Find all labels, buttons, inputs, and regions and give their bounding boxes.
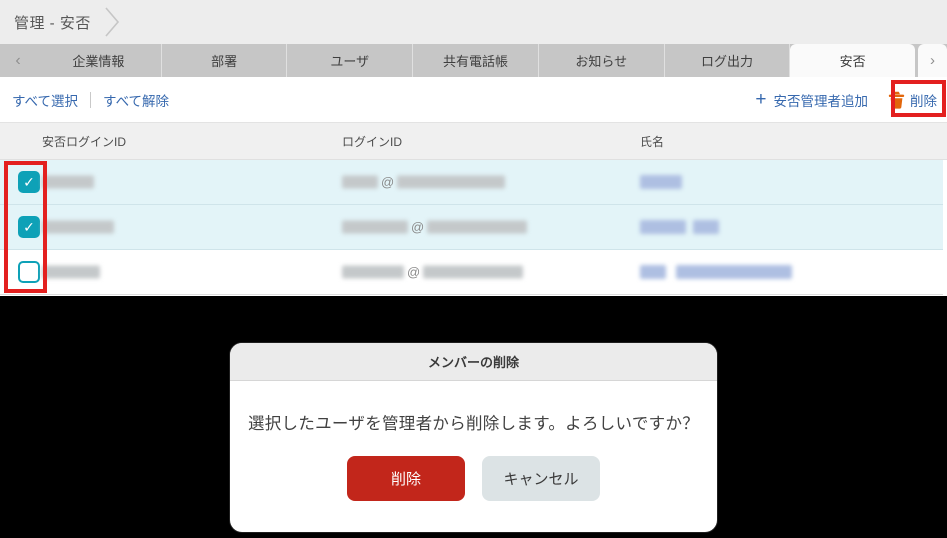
redacted-text [42,220,114,234]
add-safety-admin-button[interactable]: + 安否管理者追加 [755,90,868,110]
delete-button[interactable]: 削除 [888,90,939,110]
page: 管理 - 安否 ‹ 企業情報 部署 ユーザ 共有電話帳 お知らせ ログ出力 安否 › すべて… [0,0,947,538]
table-row: ✓ @ [0,160,947,205]
delete-button-label: 削除 [910,93,937,109]
column-header-safety-login-id: 安否ログインID [42,134,127,149]
tabs-scroll-right-icon[interactable]: › [918,44,947,77]
delete-confirm-dialog: メンバーの削除 選択したユーザを管理者から削除します。よろしいですか？ 削除 キ… [230,343,717,532]
breadcrumb: 管理 - 安否 [0,0,947,44]
toolbar: すべて選択 すべて解除 + 安否管理者追加 削除 [0,77,947,122]
safety-login-id-cell [42,220,114,234]
redacted-text [342,220,408,234]
tab-item[interactable]: お知らせ [539,44,665,77]
cancel-button[interactable]: キャンセル [482,456,600,501]
at-symbol: @ [381,174,395,190]
dialog-message: 選択したユーザを管理者から削除します。よろしいですか？ [247,415,700,433]
select-all-link[interactable]: すべて選択 [12,90,78,110]
table-header: 安否ログインID ログインID 氏名 [0,122,947,160]
dialog-body: 選択したユーザを管理者から削除します。よろしいですか？ 削除 キャンセル [230,381,717,501]
at-symbol: @ [411,219,425,235]
row-checkbox[interactable]: ✓ [18,216,40,238]
plus-icon: + [755,89,767,110]
tab-item[interactable]: ログ出力 [665,44,791,77]
add-safety-admin-label: 安否管理者追加 [773,93,869,109]
content-panel: すべて選択 すべて解除 + 安否管理者追加 削除 安否ログインID ログインID… [0,77,947,296]
dialog-actions: 削除 キャンセル [230,456,717,501]
tab-list: 企業情報 部署 ユーザ 共有電話帳 お知らせ ログ出力 安否 [36,44,916,77]
row-checkbox[interactable]: ✓ [18,171,40,193]
redacted-text [342,265,404,279]
tab-item[interactable]: 共有電話帳 [413,44,539,77]
scrollbar-gutter [943,160,947,296]
toolbar-right: + 安否管理者追加 削除 [755,77,939,122]
redacted-text [693,220,719,234]
page-title: 管理 - 安否 [14,14,91,32]
column-header-name: 氏名 [640,134,665,149]
safety-login-id-cell [42,265,100,279]
login-id-cell: @ [342,264,524,280]
tab-bar: ‹ 企業情報 部署 ユーザ 共有電話帳 お知らせ ログ出力 安否 › [0,44,947,77]
safety-login-id-cell [42,175,94,189]
toolbar-divider [90,91,92,108]
name-cell [640,265,792,279]
breadcrumb-chevron-icon [105,7,119,37]
redacted-text [427,220,528,234]
tab-selected[interactable]: 安否 [790,44,916,77]
trash-icon [888,91,905,109]
tab-item[interactable]: 部署 [162,44,288,77]
dialog-title: メンバーの削除 [427,355,519,370]
redacted-text [676,265,792,279]
row-checkbox[interactable] [18,261,40,283]
login-id-cell: @ [342,219,528,235]
confirm-delete-button[interactable]: 削除 [347,456,465,501]
table-row: @ [0,250,947,295]
redacted-text [42,175,94,189]
redacted-text [640,265,666,279]
at-symbol: @ [407,264,421,280]
redacted-text [397,175,506,189]
redacted-text [42,265,100,279]
name-cell [640,220,719,234]
redacted-text [342,175,378,189]
redacted-text [423,265,524,279]
tabs-scroll-left-icon[interactable]: ‹ [0,44,36,77]
redacted-text [640,175,682,189]
redacted-text [640,220,686,234]
login-id-cell: @ [342,174,506,190]
dialog-header: メンバーの削除 [230,343,717,381]
deselect-all-link[interactable]: すべて解除 [103,90,169,110]
tab-item[interactable]: ユーザ [287,44,414,77]
tab-item[interactable]: 企業情報 [36,44,162,77]
column-header-login-id: ログインID [342,134,403,149]
name-cell [640,175,682,189]
table-row: ✓ @ [0,205,947,250]
